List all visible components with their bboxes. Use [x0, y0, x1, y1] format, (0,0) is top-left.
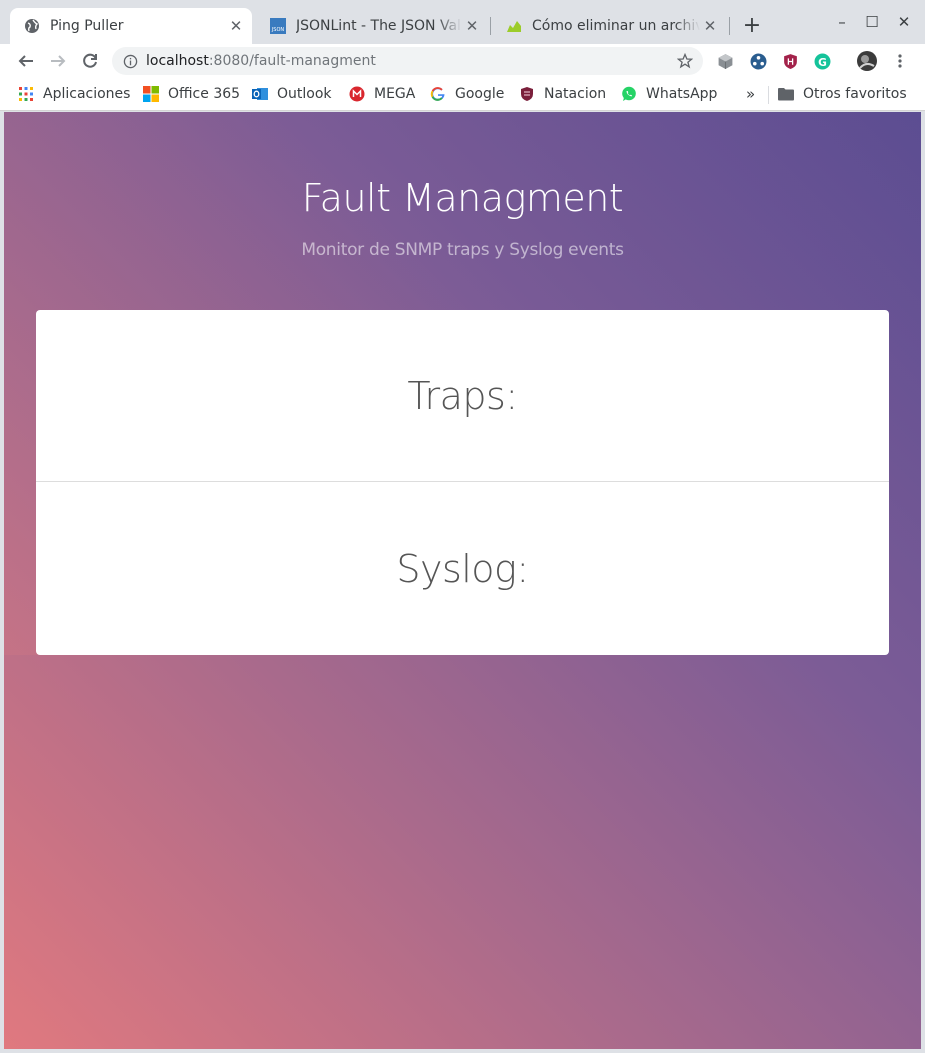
traps-heading: Traps:: [407, 373, 518, 418]
page-subtitle: Monitor de SNMP traps y Syslog events: [301, 240, 624, 260]
bookmarks-overflow-button[interactable]: »: [746, 85, 755, 103]
grammarly-icon[interactable]: G: [813, 52, 831, 70]
bookmark-label: Google: [455, 86, 505, 102]
tab-title: Ping Puller: [50, 18, 124, 34]
tab-jsonlint[interactable]: JSON JSONLint - The JSON Vali ✕: [256, 8, 488, 44]
bookmarks-bar: Aplicaciones Office 365 Outlook MEGA Goo…: [0, 78, 925, 111]
bookmark-natacion[interactable]: Natacion: [519, 84, 606, 104]
apps-grid-icon: [18, 86, 34, 102]
bookmark-whatsapp[interactable]: WhatsApp: [621, 84, 717, 104]
natacion-icon: [519, 86, 535, 102]
shield-extension-icon[interactable]: [781, 52, 799, 70]
tab-title: Cómo eliminar un archivo: [532, 18, 700, 34]
whatsapp-icon: [621, 86, 637, 102]
reload-icon: [83, 53, 97, 68]
tab-separator: [729, 17, 730, 35]
tab-strip: Ping Puller ✕ JSON JSONLint - The JSON V…: [0, 0, 925, 44]
close-tab-icon[interactable]: ✕: [462, 16, 482, 36]
page-viewport: Fault Managment Monitor de SNMP traps y …: [4, 112, 921, 1049]
mega-icon: [349, 86, 365, 102]
close-window-button[interactable]: ✕: [892, 10, 916, 34]
bookmark-label: Aplicaciones: [43, 86, 131, 102]
page-title: Fault Managment: [301, 176, 624, 220]
bookmark-label: Outlook: [277, 86, 332, 102]
content-card: Traps: Syslog:: [36, 310, 889, 655]
url-text: localhost:8080/fault-managment: [146, 53, 675, 69]
reload-button[interactable]: [77, 48, 103, 74]
back-arrow-icon: [18, 55, 33, 67]
back-button[interactable]: [13, 48, 39, 74]
forward-arrow-icon: [51, 55, 66, 67]
url-path: :8080/fault-managment: [208, 53, 376, 69]
info-icon[interactable]: [122, 53, 138, 69]
network-extension-icon[interactable]: [749, 52, 767, 70]
browser-toolbar: localhost:8080/fault-managment G: [0, 44, 925, 78]
minimize-button[interactable]: –: [830, 10, 854, 34]
chart-favicon-icon: [506, 18, 522, 34]
cube-extension-icon[interactable]: [716, 52, 734, 70]
tab-title: JSONLint - The JSON Vali: [296, 18, 462, 34]
office-icon: [143, 86, 159, 102]
traps-section: Traps:: [36, 310, 889, 482]
bookmark-otros-favoritos[interactable]: Otros favoritos: [778, 84, 907, 104]
svg-text:JSON: JSON: [271, 27, 285, 33]
bookmarks-separator: [768, 86, 769, 104]
new-tab-button[interactable]: +: [740, 13, 764, 38]
jsonlint-icon: JSON: [270, 18, 286, 34]
folder-icon: [778, 86, 794, 102]
bookmark-label: Natacion: [544, 86, 607, 102]
bookmark-star-icon[interactable]: [675, 51, 695, 71]
bookmark-label: WhatsApp: [646, 86, 718, 102]
url-host: localhost: [146, 53, 209, 69]
maximize-button[interactable]: ☐: [860, 10, 884, 34]
globe-icon: [24, 18, 40, 34]
syslog-section: Syslog:: [36, 483, 889, 655]
syslog-heading: Syslog:: [396, 547, 529, 591]
bookmark-mega[interactable]: MEGA: [349, 84, 415, 104]
google-icon: [430, 86, 446, 102]
bookmark-google[interactable]: Google: [430, 84, 504, 104]
tab-separator: [490, 17, 491, 35]
close-tab-icon[interactable]: ✕: [226, 16, 246, 36]
bookmark-aplicaciones[interactable]: Aplicaciones: [18, 84, 130, 104]
address-bar[interactable]: localhost:8080/fault-managment: [112, 47, 703, 75]
outlook-icon: [252, 86, 268, 102]
bookmark-label: Otros favoritos: [803, 86, 907, 102]
bookmark-label: Office 365: [168, 86, 241, 102]
svg-text:G: G: [818, 55, 827, 68]
tab-eliminar-archivo[interactable]: Cómo eliminar un archivo ✕: [492, 8, 726, 44]
bookmark-outlook[interactable]: Outlook: [252, 84, 332, 104]
menu-dots-icon[interactable]: [891, 52, 909, 70]
tab-ping-puller[interactable]: Ping Puller ✕: [10, 8, 252, 44]
bookmark-office-365[interactable]: Office 365: [143, 84, 240, 104]
profile-avatar[interactable]: [857, 51, 877, 71]
forward-button[interactable]: [45, 48, 71, 74]
close-tab-icon[interactable]: ✕: [700, 16, 720, 36]
bookmark-label: MEGA: [374, 86, 416, 102]
